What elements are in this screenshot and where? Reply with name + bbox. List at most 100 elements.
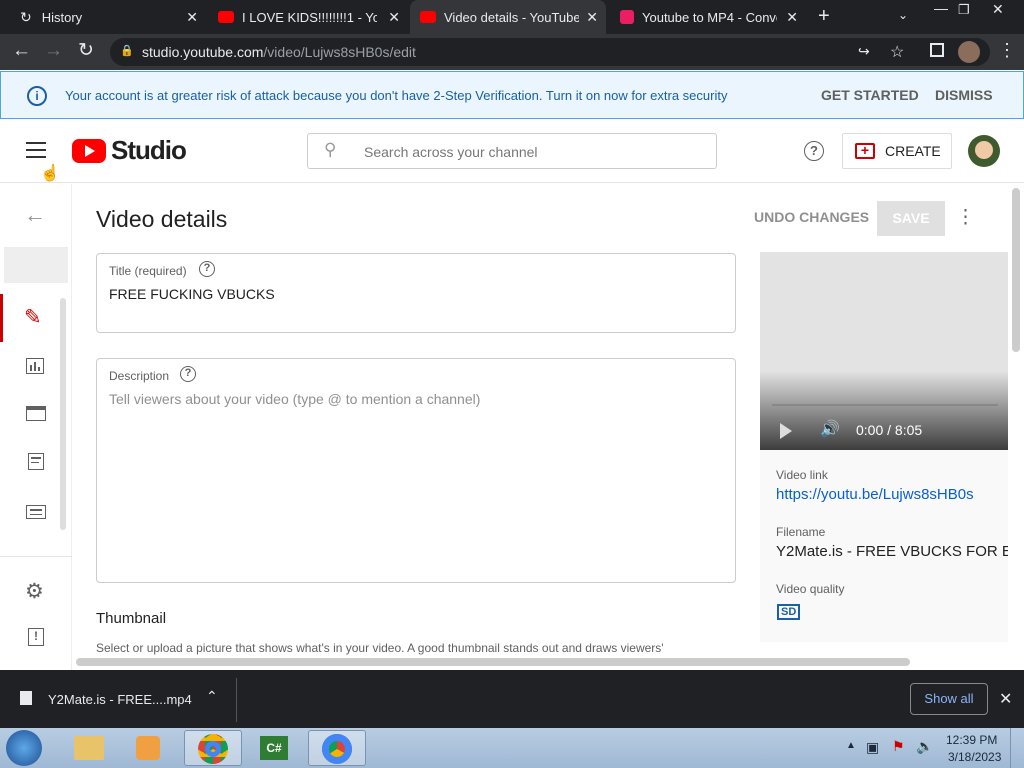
settings-gear-icon[interactable]: ⚙ xyxy=(25,579,44,604)
search-icon: ⚲ xyxy=(324,140,337,159)
youtube-logo-icon[interactable] xyxy=(72,139,106,163)
clock-time[interactable]: 12:39 PM xyxy=(946,733,997,747)
undo-changes-button[interactable]: UNDO CHANGES xyxy=(754,209,869,225)
youtube-icon xyxy=(420,11,436,23)
video-player[interactable]: 🔊 0:00 / 8:05 xyxy=(760,252,1008,450)
close-window-button[interactable]: ✕ xyxy=(992,1,1004,18)
more-options-icon[interactable]: ⋮ xyxy=(956,206,975,229)
info-icon: i xyxy=(27,86,47,106)
download-divider xyxy=(236,678,237,722)
download-options-chevron-icon[interactable]: ⌃ xyxy=(206,688,218,705)
close-download-bar-icon[interactable]: ✕ xyxy=(999,689,1012,709)
video-preview-panel: 🔊 0:00 / 8:05 Video link https://youtu.b… xyxy=(760,252,1008,642)
video-progress-bar[interactable] xyxy=(772,404,998,406)
network-icon[interactable]: ▣ xyxy=(866,739,879,756)
dismiss-button[interactable]: DISMISS xyxy=(935,87,993,103)
new-tab-button[interactable]: + xyxy=(818,5,830,28)
taskbar-media-player[interactable] xyxy=(120,730,178,766)
thumbnail-description: Select or upload a picture that shows wh… xyxy=(96,641,664,655)
address-bar[interactable]: 🔒 studio.youtube.com/video/Lujws8sHB0s/e… xyxy=(110,38,990,66)
browser-menu-icon[interactable]: ⋮ xyxy=(998,40,1016,61)
share-icon[interactable]: ↪ xyxy=(858,43,870,60)
restore-button[interactable]: ❐ xyxy=(958,2,970,18)
download-filename[interactable]: Y2Mate.is - FREE....mp4 xyxy=(48,692,192,707)
bookmark-star-icon[interactable]: ☆ xyxy=(890,42,904,62)
taskbar-chrome-2[interactable] xyxy=(308,730,366,766)
taskbar-chrome-1[interactable] xyxy=(184,730,242,766)
horizontal-scrollbar[interactable] xyxy=(76,658,910,666)
get-started-button[interactable]: GET STARTED xyxy=(821,87,919,103)
back-button[interactable]: ← xyxy=(12,40,31,62)
video-time: 0:00 / 8:05 xyxy=(856,422,923,438)
security-banner: i Your account is at greater risk of att… xyxy=(0,71,1024,119)
description-help-icon[interactable]: ? xyxy=(180,366,196,382)
create-button[interactable]: + CREATE xyxy=(842,133,952,169)
close-icon[interactable]: ✕ xyxy=(186,9,198,26)
help-icon[interactable]: ? xyxy=(804,141,824,161)
tab-video-details[interactable]: Video details - YouTube Studio ✕ xyxy=(410,0,606,34)
comments-icon[interactable] xyxy=(28,453,44,470)
url-path: /video/Lujws8sHB0s/edit xyxy=(263,44,416,60)
subtitles-icon[interactable] xyxy=(26,505,46,519)
analytics-icon[interactable] xyxy=(26,358,44,374)
volume-tray-icon[interactable]: 🔈 xyxy=(916,738,933,755)
taskbar-csharp[interactable]: C# xyxy=(246,730,304,766)
channel-avatar[interactable] xyxy=(968,135,1000,167)
start-button[interactable] xyxy=(6,730,42,766)
editor-clapper-icon[interactable] xyxy=(26,406,46,421)
nav-divider xyxy=(0,556,72,557)
forward-button[interactable]: → xyxy=(44,40,63,62)
description-field[interactable]: Description ? Tell viewers about your vi… xyxy=(96,358,736,583)
video-link[interactable]: https://youtu.be/Lujws8sHB0s xyxy=(776,486,974,503)
studio-logo-text: Studio xyxy=(111,135,187,165)
download-bar: Y2Mate.is - FREE....mp4 ⌃ Show all ✕ xyxy=(0,670,1024,728)
show-all-button[interactable]: Show all xyxy=(910,683,988,715)
media-player-icon xyxy=(136,736,160,760)
title-help-icon[interactable]: ? xyxy=(199,261,215,277)
nav-scrollbar[interactable] xyxy=(60,298,66,530)
video-thumbnail-placeholder[interactable] xyxy=(4,247,68,283)
title-field[interactable]: Title (required) ? FREE FUCKING VBUCKS xyxy=(96,253,736,333)
description-label: Description xyxy=(109,369,170,383)
details-pencil-icon[interactable]: ✎ xyxy=(24,305,42,330)
filename-value: Y2Mate.is - FREE VBUCKS FOR EVE xyxy=(776,543,1008,560)
close-icon[interactable]: ✕ xyxy=(586,9,598,26)
studio-header: ☝ Studio ⚲ Search across your channel ? … xyxy=(0,119,1024,183)
minimize-button[interactable]: — xyxy=(934,0,948,16)
reload-button[interactable]: ↻ xyxy=(78,39,94,62)
volume-icon[interactable]: 🔊 xyxy=(820,419,840,439)
clock-date[interactable]: 3/18/2023 xyxy=(948,750,1001,764)
play-icon[interactable] xyxy=(780,423,792,439)
save-button[interactable]: SAVE xyxy=(877,201,945,236)
action-center-flag-icon[interactable]: ⚑ xyxy=(892,738,905,755)
main-scrollbar[interactable] xyxy=(1012,188,1020,352)
back-arrow-icon[interactable]: ← xyxy=(24,202,46,228)
file-icon xyxy=(20,691,32,705)
filename-label: Filename xyxy=(776,525,826,539)
tab-history[interactable]: ↻ History ✕ xyxy=(0,0,206,34)
left-navigation: ← ✎ ⚙ ! xyxy=(0,184,72,670)
show-desktop-button[interactable] xyxy=(1010,728,1024,768)
show-hidden-icons[interactable]: ▲ xyxy=(846,740,856,751)
tab-i-love-kids[interactable]: I LOVE KIDS!!!!!!!!1 - YouTube ✕ xyxy=(208,0,408,34)
browser-tab-strip: ↻ History ✕ I LOVE KIDS!!!!!!!!1 - YouTu… xyxy=(0,0,1024,34)
taskbar-explorer[interactable] xyxy=(60,730,118,766)
tab-youtube-to-mp4[interactable]: Youtube to MP4 - Converter ✕ xyxy=(610,0,806,34)
title-value: FREE FUCKING VBUCKS xyxy=(109,286,275,302)
close-icon[interactable]: ✕ xyxy=(388,9,400,26)
thumbnail-heading: Thumbnail xyxy=(96,610,167,627)
csharp-icon: C# xyxy=(260,736,288,760)
profile-avatar[interactable] xyxy=(958,41,980,63)
create-video-icon: + xyxy=(855,143,875,159)
feedback-icon[interactable]: ! xyxy=(28,628,44,646)
youtube-icon xyxy=(218,11,234,23)
history-icon: ↻ xyxy=(20,8,32,25)
search-input[interactable]: ⚲ Search across your channel xyxy=(307,133,717,169)
close-icon[interactable]: ✕ xyxy=(786,9,798,26)
hamburger-menu-icon[interactable] xyxy=(26,142,46,158)
url-domain: studio.youtube.com xyxy=(142,44,264,60)
tab-title: History xyxy=(41,9,83,25)
tab-title: I LOVE KIDS!!!!!!!!1 - YouTube xyxy=(242,9,377,25)
side-panel-icon[interactable] xyxy=(930,43,944,57)
tab-search-chevron-icon[interactable]: ⌄ xyxy=(898,8,908,22)
